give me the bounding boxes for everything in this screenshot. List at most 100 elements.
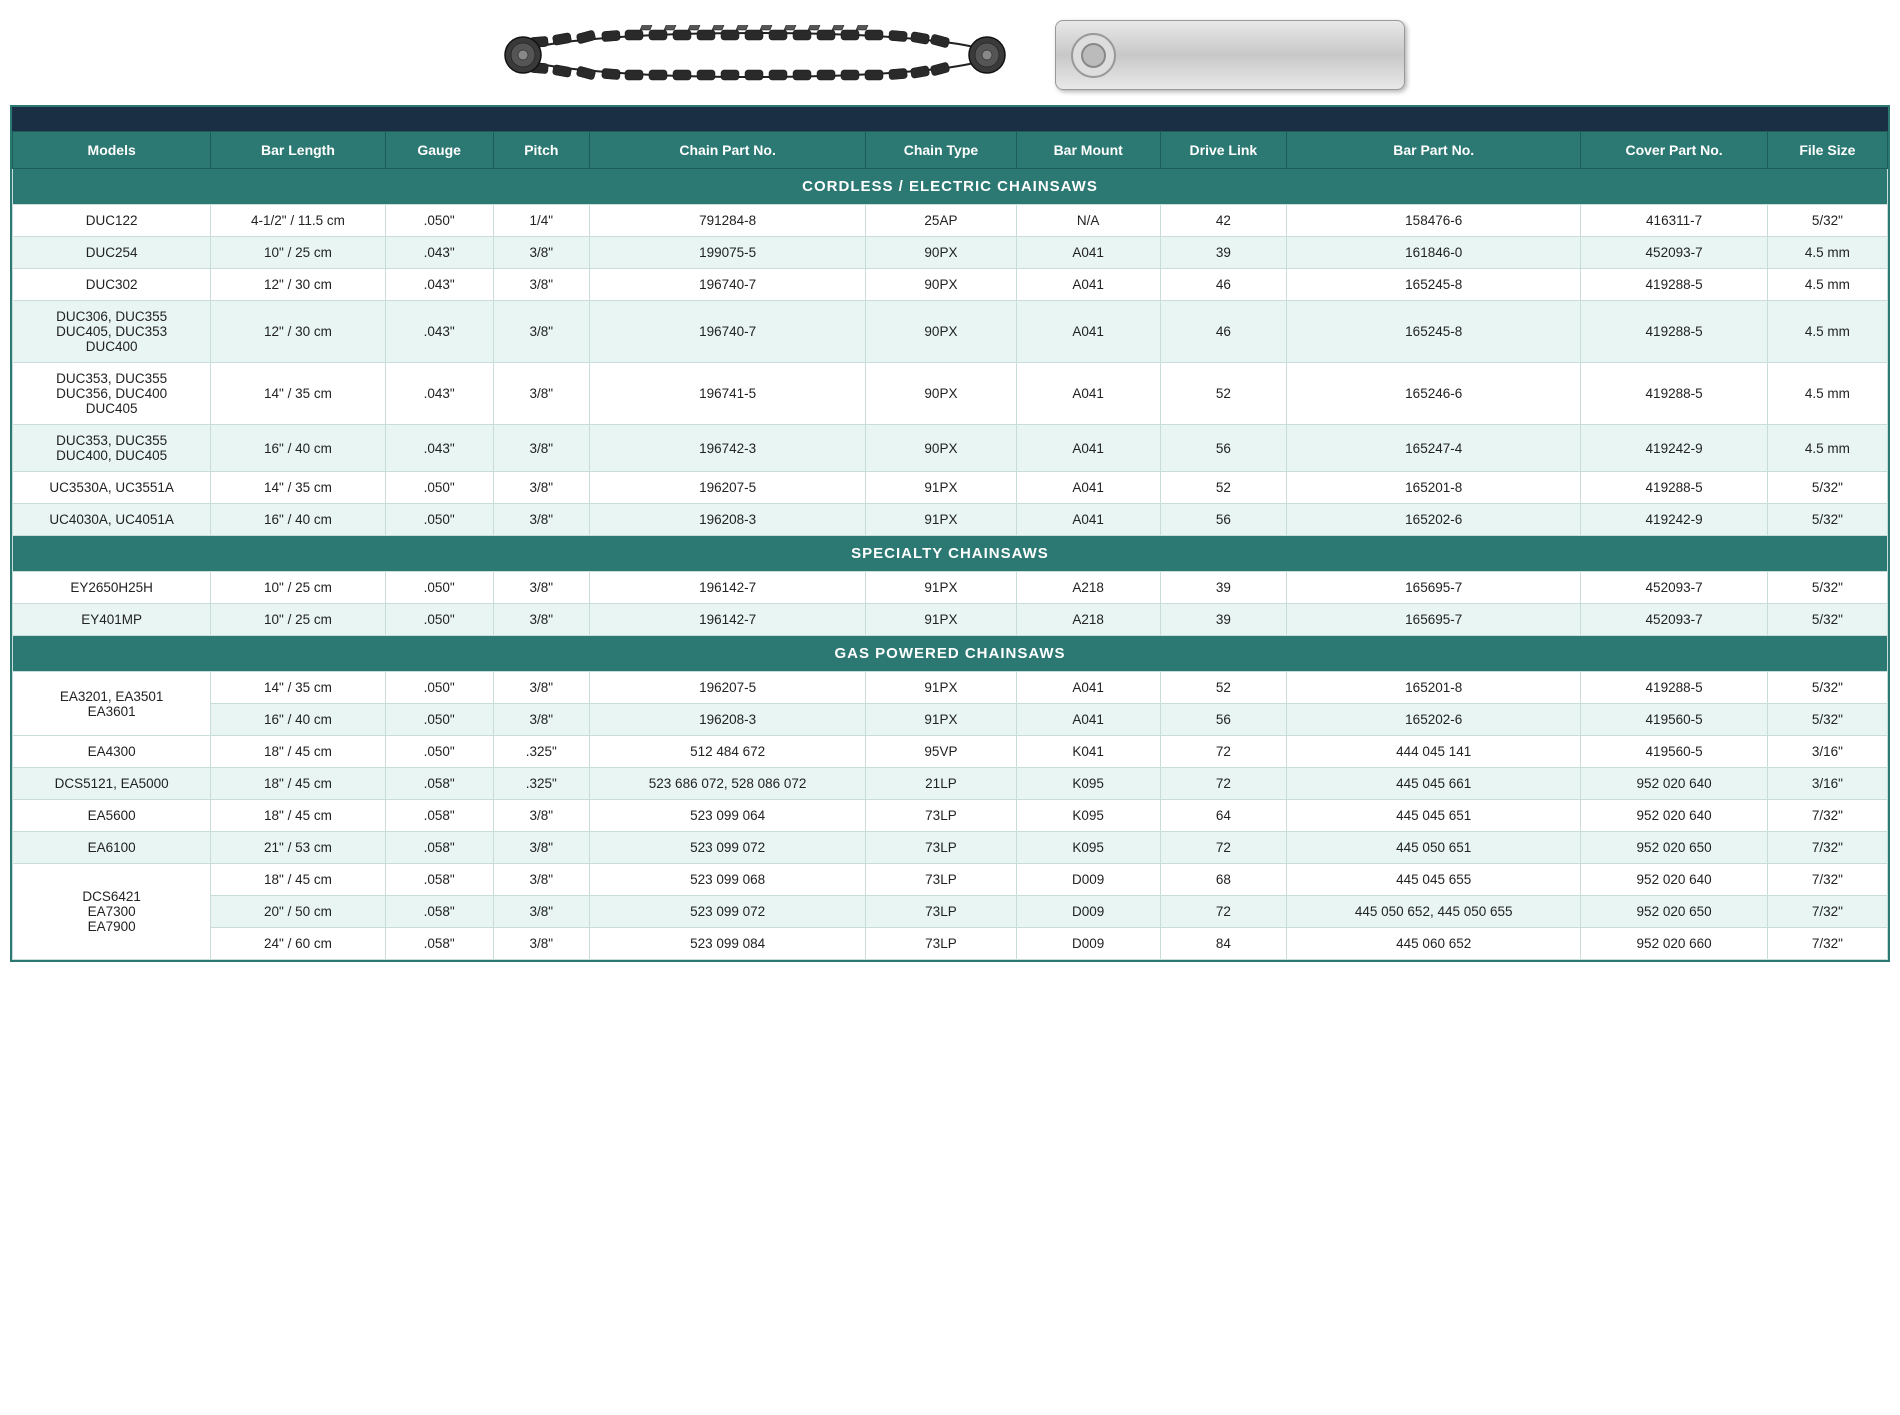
table-cell: A041 xyxy=(1016,672,1160,704)
table-cell: 4.5 mm xyxy=(1767,363,1887,425)
table-cell: 39 xyxy=(1160,572,1286,604)
table-cell: 91PX xyxy=(866,504,1016,536)
table-cell: 523 099 064 xyxy=(589,800,865,832)
table-cell: 419288-5 xyxy=(1581,472,1767,504)
table-cell: 90PX xyxy=(866,237,1016,269)
table-cell: 165695-7 xyxy=(1286,604,1580,636)
table-cell: 90PX xyxy=(866,363,1016,425)
table-cell: DUC353, DUC355 DUC356, DUC400 DUC405 xyxy=(13,363,211,425)
table-cell: .050" xyxy=(385,205,493,237)
table-cell: 3/8" xyxy=(493,363,589,425)
table-cell: 25AP xyxy=(866,205,1016,237)
col-header-gauge: Gauge xyxy=(385,132,493,169)
table-cell: 91PX xyxy=(866,704,1016,736)
table-cell: DUC306, DUC355 DUC405, DUC353 DUC400 xyxy=(13,301,211,363)
table-cell: 18" / 45 cm xyxy=(211,736,385,768)
table-cell: 445 050 651 xyxy=(1286,832,1580,864)
table-cell: 165201-8 xyxy=(1286,472,1580,504)
table-row: EY401MP10" / 25 cm.050"3/8"196142-791PXA… xyxy=(13,604,1888,636)
table-cell: 91PX xyxy=(866,672,1016,704)
table-cell: 791284-8 xyxy=(589,205,865,237)
table-cell: .058" xyxy=(385,768,493,800)
table-row: 16" / 40 cm.050"3/8"196208-391PXA0415616… xyxy=(13,704,1888,736)
col-header-models: Models xyxy=(13,132,211,169)
table-cell: 196208-3 xyxy=(589,704,865,736)
table-cell: .058" xyxy=(385,800,493,832)
table-cell: .050" xyxy=(385,572,493,604)
table-row: UC3530A, UC3551A14" / 35 cm.050"3/8"1962… xyxy=(13,472,1888,504)
table-cell: 445 045 661 xyxy=(1286,768,1580,800)
table-cell: K095 xyxy=(1016,768,1160,800)
table-cell: 196740-7 xyxy=(589,301,865,363)
table-cell: DUC302 xyxy=(13,269,211,301)
table-cell: 72 xyxy=(1160,736,1286,768)
table-cell: 3/8" xyxy=(493,425,589,472)
table-cell: 56 xyxy=(1160,425,1286,472)
table-cell: 3/8" xyxy=(493,928,589,960)
table-cell: 14" / 35 cm xyxy=(211,363,385,425)
table-cell: .050" xyxy=(385,704,493,736)
table-cell: .043" xyxy=(385,269,493,301)
section-header-row: SPECIALTY CHAINSAWS xyxy=(13,536,1888,572)
table-cell: K041 xyxy=(1016,736,1160,768)
table-cell: 73LP xyxy=(866,928,1016,960)
page-wrapper: Models Bar Length Gauge Pitch Chain Part… xyxy=(0,0,1900,972)
table-body: CORDLESS / ELECTRIC CHAINSAWSDUC1224-1/2… xyxy=(13,169,1888,960)
table-cell: .050" xyxy=(385,672,493,704)
table-cell: 46 xyxy=(1160,301,1286,363)
table-cell: 165201-8 xyxy=(1286,672,1580,704)
table-cell: DUC122 xyxy=(13,205,211,237)
table-cell: 444 045 141 xyxy=(1286,736,1580,768)
table-cell: 5/32" xyxy=(1767,504,1887,536)
table-cell: 419242-9 xyxy=(1581,425,1767,472)
table-cell: 165247-4 xyxy=(1286,425,1580,472)
table-cell: 419288-5 xyxy=(1581,269,1767,301)
table-cell: EA3201, EA3501 EA3601 xyxy=(13,672,211,736)
table-cell: 10" / 25 cm xyxy=(211,604,385,636)
table-cell: 452093-7 xyxy=(1581,604,1767,636)
table-cell: 4-1/2" / 11.5 cm xyxy=(211,205,385,237)
table-cell: 16" / 40 cm xyxy=(211,704,385,736)
table-row: DUC25410" / 25 cm.043"3/8"199075-590PXA0… xyxy=(13,237,1888,269)
table-cell: 952 020 640 xyxy=(1581,800,1767,832)
table-cell: A041 xyxy=(1016,269,1160,301)
table-cell: 64 xyxy=(1160,800,1286,832)
table-cell: 73LP xyxy=(866,800,1016,832)
section-header-cell: CORDLESS / ELECTRIC CHAINSAWS xyxy=(13,169,1888,205)
table-cell: EY401MP xyxy=(13,604,211,636)
table-cell: 523 099 068 xyxy=(589,864,865,896)
col-header-chain-pn: Chain Part No. xyxy=(589,132,865,169)
table-cell: 445 045 651 xyxy=(1286,800,1580,832)
table-cell: 161846-0 xyxy=(1286,237,1580,269)
table-cell: .325" xyxy=(493,768,589,800)
col-header-pitch: Pitch xyxy=(493,132,589,169)
col-header-bar-pn: Bar Part No. xyxy=(1286,132,1580,169)
table-cell: .058" xyxy=(385,864,493,896)
table-cell: 165245-8 xyxy=(1286,301,1580,363)
table-cell: DCS6421 EA7300 EA7900 xyxy=(13,864,211,960)
table-cell: 52 xyxy=(1160,672,1286,704)
table-cell: 7/32" xyxy=(1767,864,1887,896)
col-header-bar-length: Bar Length xyxy=(211,132,385,169)
table-cell: D009 xyxy=(1016,896,1160,928)
table-cell: 52 xyxy=(1160,472,1286,504)
table-cell: 16" / 40 cm xyxy=(211,504,385,536)
table-cell: 84 xyxy=(1160,928,1286,960)
table-cell: 5/32" xyxy=(1767,704,1887,736)
table-cell: 68 xyxy=(1160,864,1286,896)
table-cell: 452093-7 xyxy=(1581,237,1767,269)
table-cell: .050" xyxy=(385,736,493,768)
table-cell: .043" xyxy=(385,301,493,363)
table-cell: .050" xyxy=(385,504,493,536)
table-cell: 14" / 35 cm xyxy=(211,472,385,504)
table-row: DUC353, DUC355 DUC400, DUC40516" / 40 cm… xyxy=(13,425,1888,472)
table-row: EA3201, EA3501 EA360114" / 35 cm.050"3/8… xyxy=(13,672,1888,704)
table-row: 24" / 60 cm.058"3/8"523 099 08473LPD0098… xyxy=(13,928,1888,960)
table-cell: 5/32" xyxy=(1767,572,1887,604)
col-header-chain-type: Chain Type xyxy=(866,132,1016,169)
table-cell: 4.5 mm xyxy=(1767,237,1887,269)
table-cell: 10" / 25 cm xyxy=(211,572,385,604)
table-cell: 42 xyxy=(1160,205,1286,237)
table-cell: 5/32" xyxy=(1767,604,1887,636)
table-cell: DUC254 xyxy=(13,237,211,269)
